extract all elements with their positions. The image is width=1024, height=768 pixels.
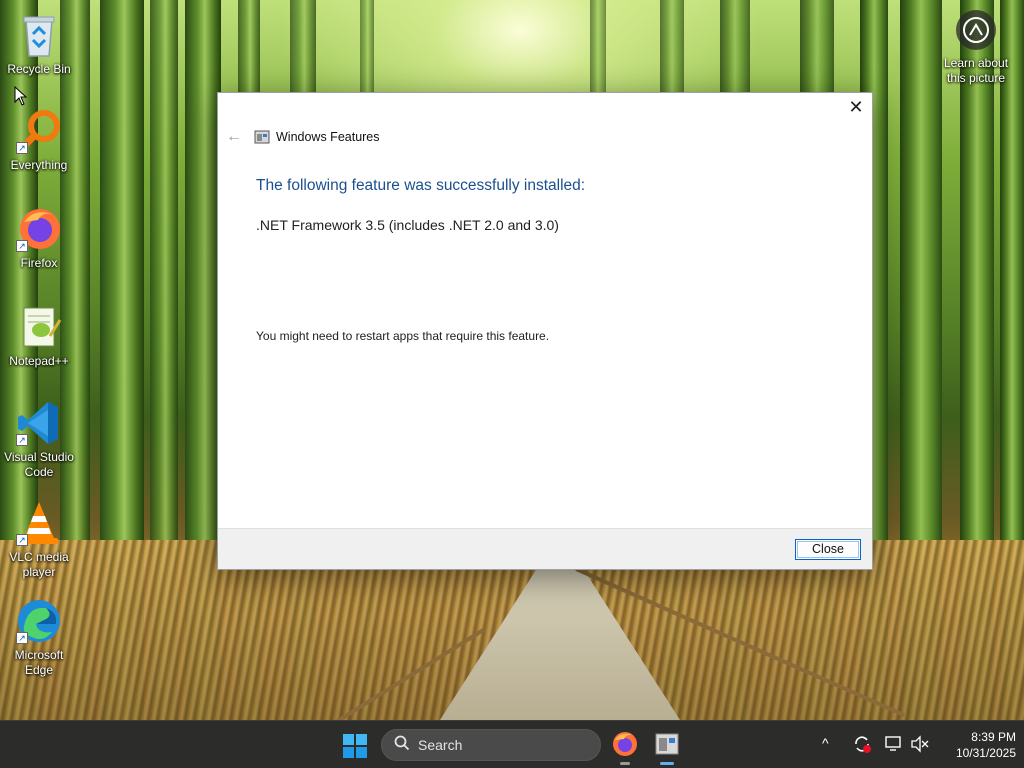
clock-date: 10/31/2025 [955,746,1016,760]
running-indicator [620,762,630,765]
search-icon [394,735,410,756]
system-clock[interactable]: 8:39 PM 10/31/2025 [936,729,1016,761]
desktop-icon-vscode[interactable]: ↗ Visual Studio Code [2,398,76,480]
shortcut-arrow-icon: ↗ [16,632,28,644]
desktop-icon-label: Microsoft Edge [14,648,64,677]
restart-note: You might need to restart apps that requ… [256,329,550,343]
dialog-title: Windows Features [276,130,380,144]
shortcut-arrow-icon: ↗ [16,434,28,446]
windows-features-dialog: ✕ ← Windows Features The following featu… [217,92,873,570]
shortcut-arrow-icon: ↗ [16,534,28,546]
network-icon[interactable] [884,735,904,755]
recycle-bin-icon [14,10,64,60]
firefox-icon [613,732,637,756]
desktop-icon-label: Notepad++ [9,354,69,368]
desktop-icon-label: Firefox [20,256,58,270]
back-arrow-icon[interactable]: ← [224,127,244,147]
taskbar-search[interactable]: Search [381,729,601,761]
desktop-icon-everything[interactable]: ↗ Everything [2,106,76,173]
success-heading: The following feature was successfully i… [256,177,586,194]
desktop-icon-label: Everything [10,158,68,172]
search-placeholder: Search [418,737,463,753]
shortcut-arrow-icon: ↗ [16,142,28,154]
edge-icon: ↗ [14,596,64,646]
sync-alert-icon[interactable] [852,734,872,754]
installed-feature-name: .NET Framework 3.5 (includes .NET 2.0 an… [256,217,559,233]
learn-about-picture[interactable]: Learn about this picture [936,10,1016,86]
desktop-icon-vlc[interactable]: ↗ VLC media player [2,498,76,580]
dialog-footer: Close [218,528,872,569]
vscode-icon: ↗ [14,398,64,448]
dialog-header: ← Windows Features [224,127,380,147]
tray-overflow-chevron-icon[interactable]: ^ [822,735,829,755]
vlc-icon: ↗ [14,498,64,548]
desktop-icon-label: VLC media player [9,550,69,579]
everything-search-icon: ↗ [14,106,64,156]
windows-features-icon [655,733,679,755]
volume-muted-icon[interactable] [910,735,930,755]
clock-time: 8:39 PM [971,730,1016,744]
shortcut-arrow-icon: ↗ [16,240,28,252]
camera-info-icon [956,10,996,50]
close-button[interactable]: Close [795,539,861,560]
desktop-icon-label: Recycle Bin [7,62,71,76]
taskbar: Search ^ 8:39 PM 10/31/2025 [0,720,1024,768]
close-icon[interactable]: ✕ [846,97,866,117]
firefox-icon: ↗ [14,204,64,254]
windows-logo-icon [343,734,367,758]
mouse-cursor-icon [14,85,28,111]
start-button[interactable] [342,733,368,759]
taskbar-app-windows-features[interactable] [652,729,682,765]
desktop-icon-recycle-bin[interactable]: Recycle Bin [2,10,76,77]
learn-about-picture-label: Learn about this picture [943,56,1009,85]
desktop-icon-firefox[interactable]: ↗ Firefox [2,204,76,271]
desktop-icon-notepadpp[interactable]: Notepad++ [2,302,76,369]
desktop-icon-edge[interactable]: ↗ Microsoft Edge [2,596,76,678]
desktop-icon-label: Visual Studio Code [4,450,74,479]
windows-features-icon [254,129,270,145]
notepadpp-icon [14,302,64,352]
taskbar-app-firefox[interactable] [610,729,640,765]
active-indicator [660,762,674,765]
